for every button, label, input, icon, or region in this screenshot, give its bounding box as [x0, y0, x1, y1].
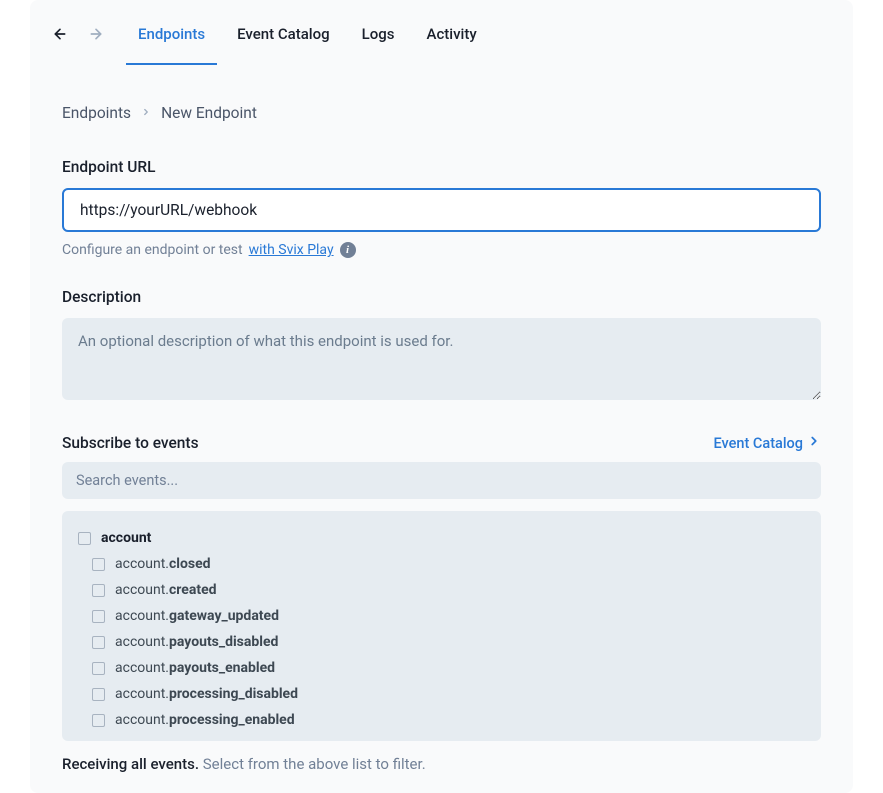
- tab-endpoints[interactable]: Endpoints: [126, 3, 217, 65]
- description-input[interactable]: [62, 318, 821, 400]
- chevron-right-icon: [141, 106, 151, 121]
- nav-forward-button: [82, 20, 110, 48]
- event-item[interactable]: account.processing_disabled: [78, 681, 805, 707]
- checkbox-icon[interactable]: [92, 662, 105, 675]
- event-item[interactable]: account.gateway_updated: [78, 603, 805, 629]
- checkbox-icon[interactable]: [92, 610, 105, 623]
- subscribe-label: Subscribe to events: [62, 434, 199, 452]
- tab-logs[interactable]: Logs: [350, 3, 407, 65]
- breadcrumb: Endpoints New Endpoint: [62, 104, 821, 122]
- breadcrumb-current: New Endpoint: [161, 104, 257, 122]
- checkbox-icon[interactable]: [92, 688, 105, 701]
- search-events-input[interactable]: [62, 462, 821, 499]
- event-item[interactable]: account.payouts_disabled: [78, 629, 805, 655]
- events-list: account account.closedaccount.createdacc…: [62, 511, 821, 741]
- event-item[interactable]: account.created: [78, 577, 805, 603]
- breadcrumb-parent[interactable]: Endpoints: [62, 104, 131, 122]
- endpoint-url-label: Endpoint URL: [62, 158, 821, 176]
- chevron-right-icon: [807, 434, 821, 452]
- endpoint-url-input[interactable]: [62, 188, 821, 232]
- tab-activity[interactable]: Activity: [415, 3, 489, 65]
- svix-play-link[interactable]: with Svix Play: [249, 242, 334, 258]
- event-catalog-link[interactable]: Event Catalog: [714, 434, 821, 452]
- event-group-account[interactable]: account: [78, 525, 805, 551]
- checkbox-icon[interactable]: [92, 584, 105, 597]
- nav-back-button[interactable]: [46, 20, 74, 48]
- checkbox-icon[interactable]: [92, 558, 105, 571]
- tabs: Endpoints Event Catalog Logs Activity: [126, 3, 489, 65]
- event-item[interactable]: account.closed: [78, 551, 805, 577]
- checkbox-icon[interactable]: [92, 714, 105, 727]
- tab-event-catalog[interactable]: Event Catalog: [225, 3, 342, 65]
- event-item[interactable]: account.processing_enabled: [78, 707, 805, 733]
- checkbox-icon[interactable]: [92, 636, 105, 649]
- receiving-events-text: Receiving all events. Select from the ab…: [62, 755, 821, 773]
- endpoint-url-hint: Configure an endpoint or test with Svix …: [62, 242, 821, 258]
- info-icon[interactable]: i: [340, 242, 356, 258]
- event-item[interactable]: account.payouts_enabled: [78, 655, 805, 681]
- description-label: Description: [62, 288, 821, 306]
- checkbox-icon[interactable]: [78, 532, 91, 545]
